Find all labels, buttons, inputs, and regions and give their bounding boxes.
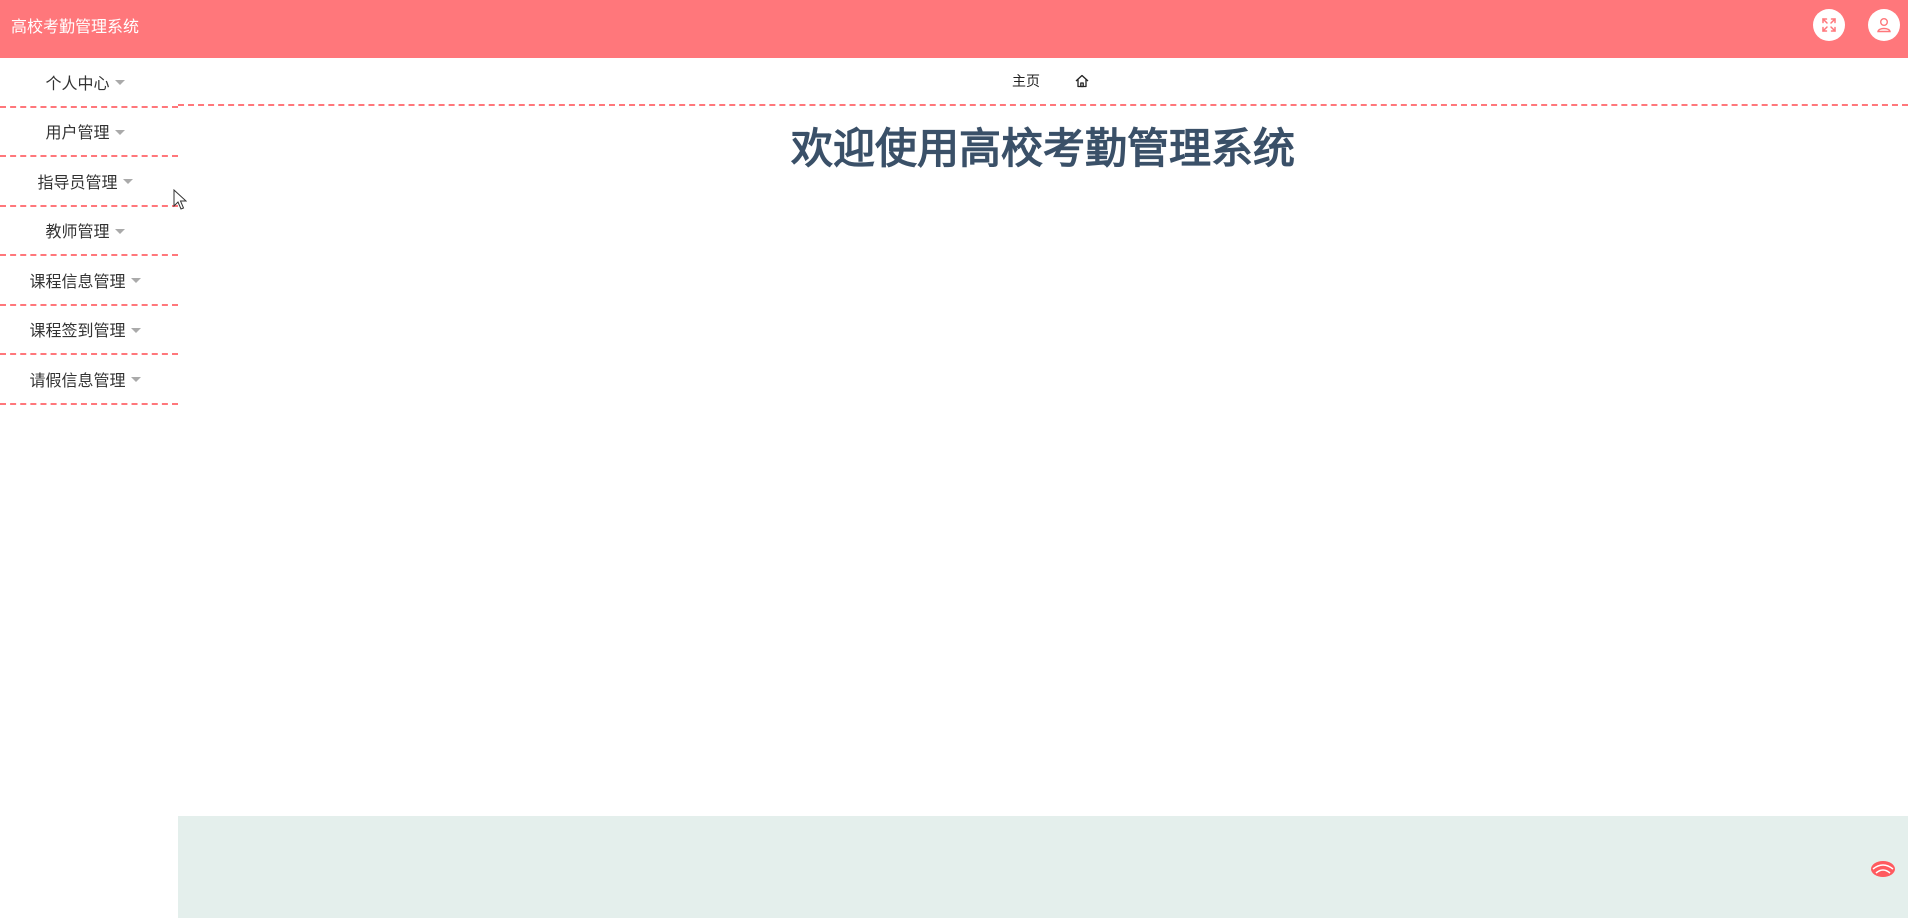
sidebar-item-label: 课程签到管理 — [29, 321, 126, 341]
sidebar-item-label: 指导员管理 — [37, 172, 118, 192]
footer-band — [178, 816, 1908, 918]
caret-down-icon — [130, 327, 141, 333]
sidebar-item-counselor-management[interactable]: 指导员管理 — [0, 157, 178, 207]
sidebar-item-leave-info-management[interactable]: 请假信息管理 — [0, 355, 178, 405]
home-icon[interactable] — [1074, 73, 1090, 89]
top-header: 高校考勤管理系统 — [0, 0, 1908, 58]
caret-down-icon — [122, 179, 133, 185]
sidebar-item-label: 课程信息管理 — [29, 271, 126, 291]
sidebar-item-personal-center[interactable]: 个人中心 — [0, 58, 178, 108]
caret-down-icon — [114, 228, 125, 234]
sidebar-item-course-signin-management[interactable]: 课程签到管理 — [0, 306, 178, 355]
caret-down-icon — [130, 377, 141, 383]
feedback-float-icon[interactable] — [1868, 857, 1898, 881]
app-title: 高校考勤管理系统 — [11, 17, 140, 36]
welcome-heading: 欢迎使用高校考勤管理系统 — [790, 124, 1295, 173]
sidebar-item-teacher-management[interactable]: 教师管理 — [0, 207, 178, 256]
user-icon — [1877, 18, 1891, 33]
sidebar-item-label: 个人中心 — [45, 73, 110, 93]
caret-down-icon — [114, 80, 125, 86]
user-button[interactable] — [1868, 9, 1900, 41]
sidebar-item-course-info-management[interactable]: 课程信息管理 — [0, 256, 178, 306]
sidebar: 个人中心 用户管理 指导员管理 教师管理 课程信息管理 课程签到管理 请假信息管… — [0, 58, 178, 918]
sidebar-item-label: 教师管理 — [45, 222, 110, 242]
breadcrumb: 主页 — [178, 58, 1908, 106]
fullscreen-button[interactable] — [1813, 9, 1845, 41]
sidebar-item-label: 用户管理 — [45, 123, 110, 143]
sidebar-item-label: 请假信息管理 — [29, 370, 126, 390]
breadcrumb-home-link[interactable]: 主页 — [1012, 72, 1040, 92]
caret-down-icon — [114, 129, 125, 135]
fullscreen-icon — [1822, 18, 1836, 32]
sidebar-item-user-management[interactable]: 用户管理 — [0, 108, 178, 157]
caret-down-icon — [130, 278, 141, 284]
